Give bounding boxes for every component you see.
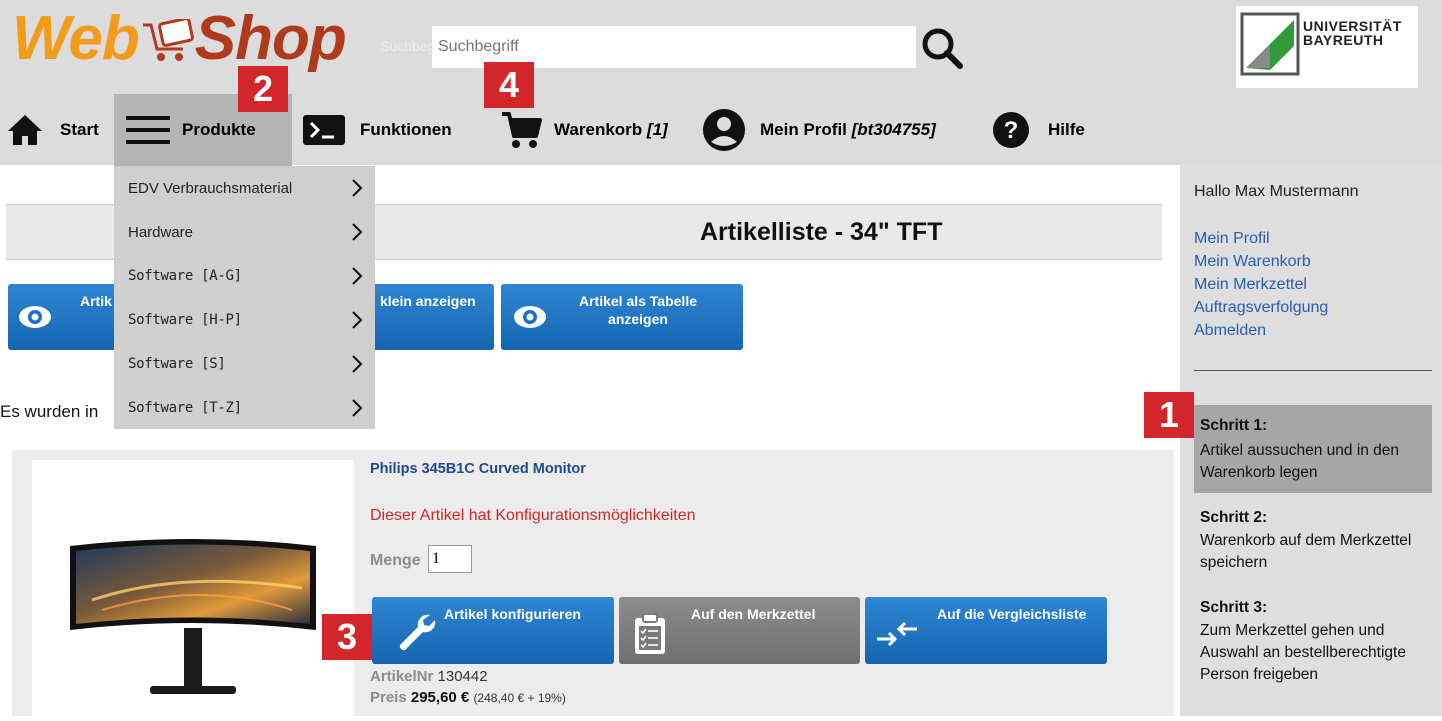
nav-warenkorb-label: Warenkorb [554,120,643,139]
annotation-badge-4: 4 [484,62,534,108]
compare-label: Auf die Vergleichsliste [937,606,1087,622]
view-large-button[interactable]: Artik [8,284,130,350]
chevron-right-icon [352,223,363,241]
merkzettel-button[interactable]: Auf den Merkzettel [619,597,860,664]
nav-funktionen[interactable]: Funktionen [302,94,482,166]
home-icon [8,115,42,145]
result-count-text: Es wurden in [0,402,99,421]
nav-profil-text: Mein Profil [bt304755] [760,120,936,140]
sidebar-divider [1194,370,1432,371]
quantity-label: Menge [370,552,421,569]
step-2-title: Schritt 2: [1200,509,1268,526]
price-value: 295,60 € [410,689,470,706]
help-icon: ? [993,112,1029,148]
dropdown-item-software-h-p[interactable]: Software [H-P] [114,298,375,342]
university-name: UNIVERSITÄT BAYREUTH [1303,18,1402,48]
view-small-label: klein anzeigen [380,293,476,309]
sidebar-link-warenkorb[interactable]: Mein Warenkorb [1194,250,1311,273]
price-net: (248,40 € + 19%) [473,691,566,705]
page-title: Artikelliste - 34" TFT [700,218,943,246]
price-label: Preis [370,689,407,706]
greeting: Hallo Max Mustermann [1194,183,1359,200]
nav-produkte-label: Produkte [182,120,256,139]
article-number-label: ArtikelNr [370,668,434,685]
view-table-label: Artikel als Tabelle anzeigen [578,293,697,327]
dropdown-item-label: Software [H-P] [128,312,242,328]
nav-start[interactable]: Start [6,94,114,166]
dropdown-item-label: Software [T-Z] [128,400,242,416]
quantity-input[interactable] [428,545,472,573]
dropdown-item-edv[interactable]: EDV Verbrauchsmaterial [114,166,375,210]
clipboard-icon [635,613,665,654]
article-number: ArtikelNr 130442 [370,668,488,685]
wrench-icon [399,614,436,651]
step-1-title: Schritt 1: [1200,417,1268,434]
product-title-link[interactable]: Philips 345B1C Curved Monitor [370,461,586,477]
dropdown-item-software-a-g[interactable]: Software [A-G] [114,254,375,298]
webshop-logo[interactable]: Web Shop [12,4,347,78]
dropdown-item-label: EDV Verbrauchsmaterial [128,179,293,197]
eye-icon [514,306,546,328]
monitor-image [70,539,316,694]
nav-hilfe-label: Hilfe [1048,120,1085,139]
dropdown-item-software-s[interactable]: Software [S] [114,342,375,386]
logo-shop-text: Shop [194,4,347,73]
terminal-icon [303,115,345,145]
profil-user-id: [bt304755] [851,120,936,139]
compare-arrows-icon [877,621,917,647]
dropdown-item-software-t-z[interactable]: Software [T-Z] [114,386,375,430]
nav-profil-label: Mein Profil [760,120,847,139]
merkzettel-label: Auf den Merkzettel [691,606,816,622]
nav-funktionen-label: Funktionen [360,120,452,139]
nav-start-label: Start [60,120,99,139]
menu-icon [126,116,170,144]
price: Preis 295,60 € (248,40 € + 19%) [370,689,566,706]
annotation-badge-3: 3 [322,614,372,660]
logo-cart-icon [139,8,195,78]
sidebar-link-auftragsverfolgung[interactable]: Auftragsverfolgung [1194,296,1328,319]
dropdown-item-hardware[interactable]: Hardware [114,210,375,254]
annotation-badge-1: 1 [1144,392,1194,438]
configure-button[interactable]: Artikel konfigurieren [372,597,614,664]
cart-icon [502,112,542,148]
sidebar-link-merkzettel[interactable]: Mein Merkzettel [1194,273,1307,296]
search-button[interactable] [918,24,966,72]
view-table-button[interactable]: Artikel als Tabelle anzeigen [501,284,743,350]
compare-button[interactable]: Auf die Vergleichsliste [865,597,1107,664]
user-icon [703,109,745,151]
nav-hilfe[interactable]: ? Hilfe [992,94,1102,166]
step-3-text: Zum Merkzettel gehen und Auswahl an best… [1200,622,1406,683]
configure-label: Artikel konfigurieren [444,606,581,622]
chevron-right-icon [352,399,363,417]
nav-profil[interactable]: Mein Profil [bt304755] [702,94,962,166]
sidebar-link-profil[interactable]: Mein Profil [1194,227,1270,250]
dropdown-item-label: Software [A-G] [128,268,242,284]
nav-warenkorb-text: Warenkorb [1] [554,120,668,140]
step-3-title: Schritt 3: [1200,599,1268,616]
chevron-right-icon [352,311,363,329]
config-note: Dieser Artikel hat Konfigurationsmöglich… [370,507,696,524]
view-small-button[interactable]: klein anzeigen [372,284,494,350]
search-icon [922,28,963,69]
product-image[interactable] [32,460,354,716]
eye-icon [19,306,51,328]
produkte-dropdown-menu: EDV Verbrauchsmaterial Hardware Software… [114,166,375,429]
chevron-right-icon [352,267,363,285]
sidebar-link-abmelden[interactable]: Abmelden [1194,319,1266,342]
chevron-right-icon [352,179,363,197]
university-emblem-icon [1240,12,1300,76]
cart-count: [1] [646,120,668,139]
chevron-right-icon [352,355,363,373]
step-2-text: Warenkorb auf dem Merkzettel speichern [1200,532,1412,571]
step-1-text: Artikel aussuchen und in den Warenkorb l… [1200,442,1400,481]
annotation-badge-2: 2 [238,66,288,112]
svg-text:?: ? [1004,117,1019,144]
article-number-value: 130442 [437,668,488,685]
dropdown-item-label: Hardware [128,223,194,241]
logo-web-text: Web [12,4,140,73]
view-large-label: Artik [80,293,112,309]
dropdown-item-label: Software [S] [128,356,226,372]
